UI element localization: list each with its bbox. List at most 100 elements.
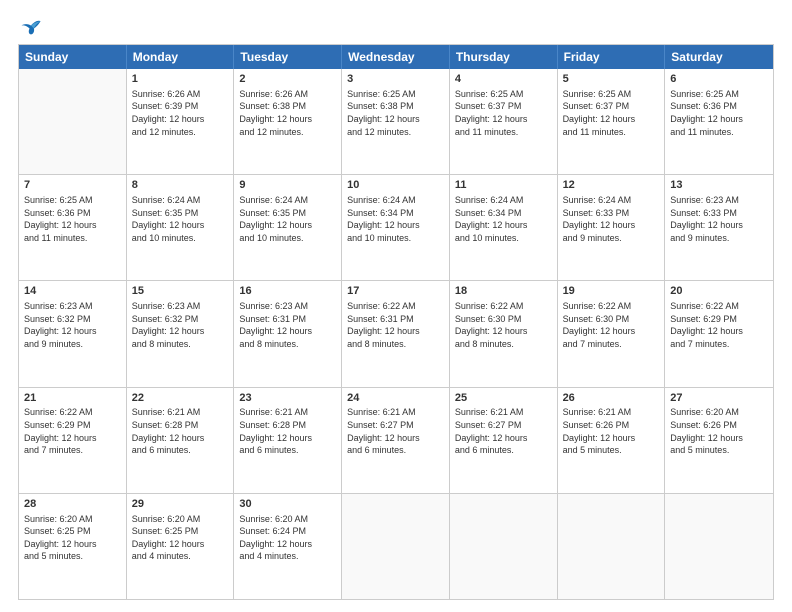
- calendar-row-0: 1Sunrise: 6:26 AM Sunset: 6:39 PM Daylig…: [19, 69, 773, 174]
- cell-info: Sunrise: 6:25 AM Sunset: 6:37 PM Dayligh…: [563, 88, 660, 138]
- day-number: 6: [670, 72, 768, 87]
- day-number: 3: [347, 72, 444, 87]
- calendar-row-2: 14Sunrise: 6:23 AM Sunset: 6:32 PM Dayli…: [19, 280, 773, 386]
- calendar-body: 1Sunrise: 6:26 AM Sunset: 6:39 PM Daylig…: [19, 69, 773, 599]
- day-number: 8: [132, 178, 229, 193]
- calendar-cell: 7Sunrise: 6:25 AM Sunset: 6:36 PM Daylig…: [19, 175, 127, 280]
- header-day-friday: Friday: [558, 45, 666, 69]
- calendar-cell: [450, 494, 558, 599]
- calendar-cell: 29Sunrise: 6:20 AM Sunset: 6:25 PM Dayli…: [127, 494, 235, 599]
- cell-info: Sunrise: 6:23 AM Sunset: 6:33 PM Dayligh…: [670, 194, 768, 244]
- day-number: 25: [455, 391, 552, 406]
- cell-info: Sunrise: 6:22 AM Sunset: 6:31 PM Dayligh…: [347, 300, 444, 350]
- calendar-cell: 2Sunrise: 6:26 AM Sunset: 6:38 PM Daylig…: [234, 69, 342, 174]
- calendar-row-1: 7Sunrise: 6:25 AM Sunset: 6:36 PM Daylig…: [19, 174, 773, 280]
- calendar-cell: 17Sunrise: 6:22 AM Sunset: 6:31 PM Dayli…: [342, 281, 450, 386]
- header-day-wednesday: Wednesday: [342, 45, 450, 69]
- day-number: 30: [239, 497, 336, 512]
- cell-info: Sunrise: 6:23 AM Sunset: 6:31 PM Dayligh…: [239, 300, 336, 350]
- calendar-cell: 28Sunrise: 6:20 AM Sunset: 6:25 PM Dayli…: [19, 494, 127, 599]
- day-number: 5: [563, 72, 660, 87]
- calendar-cell: 6Sunrise: 6:25 AM Sunset: 6:36 PM Daylig…: [665, 69, 773, 174]
- cell-info: Sunrise: 6:26 AM Sunset: 6:39 PM Dayligh…: [132, 88, 229, 138]
- cell-info: Sunrise: 6:23 AM Sunset: 6:32 PM Dayligh…: [24, 300, 121, 350]
- calendar-cell: [19, 69, 127, 174]
- day-number: 27: [670, 391, 768, 406]
- calendar-cell: [665, 494, 773, 599]
- calendar-cell: 18Sunrise: 6:22 AM Sunset: 6:30 PM Dayli…: [450, 281, 558, 386]
- cell-info: Sunrise: 6:21 AM Sunset: 6:28 PM Dayligh…: [132, 406, 229, 456]
- cell-info: Sunrise: 6:24 AM Sunset: 6:34 PM Dayligh…: [455, 194, 552, 244]
- day-number: 15: [132, 284, 229, 299]
- calendar-cell: 5Sunrise: 6:25 AM Sunset: 6:37 PM Daylig…: [558, 69, 666, 174]
- calendar-cell: 20Sunrise: 6:22 AM Sunset: 6:29 PM Dayli…: [665, 281, 773, 386]
- cell-info: Sunrise: 6:20 AM Sunset: 6:24 PM Dayligh…: [239, 513, 336, 563]
- day-number: 18: [455, 284, 552, 299]
- day-number: 24: [347, 391, 444, 406]
- calendar-header: SundayMondayTuesdayWednesdayThursdayFrid…: [19, 45, 773, 69]
- header-day-tuesday: Tuesday: [234, 45, 342, 69]
- calendar: SundayMondayTuesdayWednesdayThursdayFrid…: [18, 44, 774, 600]
- day-number: 17: [347, 284, 444, 299]
- cell-info: Sunrise: 6:21 AM Sunset: 6:26 PM Dayligh…: [563, 406, 660, 456]
- day-number: 11: [455, 178, 552, 193]
- logo: [18, 18, 42, 36]
- cell-info: Sunrise: 6:22 AM Sunset: 6:30 PM Dayligh…: [455, 300, 552, 350]
- calendar-cell: 27Sunrise: 6:20 AM Sunset: 6:26 PM Dayli…: [665, 388, 773, 493]
- calendar-cell: 14Sunrise: 6:23 AM Sunset: 6:32 PM Dayli…: [19, 281, 127, 386]
- calendar-cell: 8Sunrise: 6:24 AM Sunset: 6:35 PM Daylig…: [127, 175, 235, 280]
- cell-info: Sunrise: 6:25 AM Sunset: 6:36 PM Dayligh…: [24, 194, 121, 244]
- calendar-cell: 9Sunrise: 6:24 AM Sunset: 6:35 PM Daylig…: [234, 175, 342, 280]
- day-number: 12: [563, 178, 660, 193]
- calendar-cell: 21Sunrise: 6:22 AM Sunset: 6:29 PM Dayli…: [19, 388, 127, 493]
- cell-info: Sunrise: 6:25 AM Sunset: 6:38 PM Dayligh…: [347, 88, 444, 138]
- calendar-cell: 22Sunrise: 6:21 AM Sunset: 6:28 PM Dayli…: [127, 388, 235, 493]
- cell-info: Sunrise: 6:25 AM Sunset: 6:37 PM Dayligh…: [455, 88, 552, 138]
- day-number: 21: [24, 391, 121, 406]
- calendar-cell: 11Sunrise: 6:24 AM Sunset: 6:34 PM Dayli…: [450, 175, 558, 280]
- cell-info: Sunrise: 6:21 AM Sunset: 6:28 PM Dayligh…: [239, 406, 336, 456]
- day-number: 13: [670, 178, 768, 193]
- day-number: 19: [563, 284, 660, 299]
- cell-info: Sunrise: 6:21 AM Sunset: 6:27 PM Dayligh…: [347, 406, 444, 456]
- header-day-sunday: Sunday: [19, 45, 127, 69]
- calendar-cell: 3Sunrise: 6:25 AM Sunset: 6:38 PM Daylig…: [342, 69, 450, 174]
- calendar-cell: [558, 494, 666, 599]
- cell-info: Sunrise: 6:20 AM Sunset: 6:25 PM Dayligh…: [132, 513, 229, 563]
- cell-info: Sunrise: 6:24 AM Sunset: 6:35 PM Dayligh…: [132, 194, 229, 244]
- cell-info: Sunrise: 6:22 AM Sunset: 6:30 PM Dayligh…: [563, 300, 660, 350]
- day-number: 29: [132, 497, 229, 512]
- cell-info: Sunrise: 6:26 AM Sunset: 6:38 PM Dayligh…: [239, 88, 336, 138]
- calendar-cell: 1Sunrise: 6:26 AM Sunset: 6:39 PM Daylig…: [127, 69, 235, 174]
- cell-info: Sunrise: 6:24 AM Sunset: 6:33 PM Dayligh…: [563, 194, 660, 244]
- day-number: 9: [239, 178, 336, 193]
- calendar-cell: 10Sunrise: 6:24 AM Sunset: 6:34 PM Dayli…: [342, 175, 450, 280]
- cell-info: Sunrise: 6:23 AM Sunset: 6:32 PM Dayligh…: [132, 300, 229, 350]
- day-number: 16: [239, 284, 336, 299]
- cell-info: Sunrise: 6:20 AM Sunset: 6:26 PM Dayligh…: [670, 406, 768, 456]
- calendar-cell: 19Sunrise: 6:22 AM Sunset: 6:30 PM Dayli…: [558, 281, 666, 386]
- day-number: 14: [24, 284, 121, 299]
- day-number: 10: [347, 178, 444, 193]
- header-day-thursday: Thursday: [450, 45, 558, 69]
- cell-info: Sunrise: 6:22 AM Sunset: 6:29 PM Dayligh…: [670, 300, 768, 350]
- cell-info: Sunrise: 6:25 AM Sunset: 6:36 PM Dayligh…: [670, 88, 768, 138]
- day-number: 7: [24, 178, 121, 193]
- page: SundayMondayTuesdayWednesdayThursdayFrid…: [0, 0, 792, 612]
- header: [18, 18, 774, 36]
- calendar-row-3: 21Sunrise: 6:22 AM Sunset: 6:29 PM Dayli…: [19, 387, 773, 493]
- cell-info: Sunrise: 6:21 AM Sunset: 6:27 PM Dayligh…: [455, 406, 552, 456]
- day-number: 23: [239, 391, 336, 406]
- day-number: 20: [670, 284, 768, 299]
- day-number: 4: [455, 72, 552, 87]
- calendar-row-4: 28Sunrise: 6:20 AM Sunset: 6:25 PM Dayli…: [19, 493, 773, 599]
- cell-info: Sunrise: 6:20 AM Sunset: 6:25 PM Dayligh…: [24, 513, 121, 563]
- day-number: 26: [563, 391, 660, 406]
- calendar-cell: 12Sunrise: 6:24 AM Sunset: 6:33 PM Dayli…: [558, 175, 666, 280]
- header-day-saturday: Saturday: [665, 45, 773, 69]
- calendar-cell: 15Sunrise: 6:23 AM Sunset: 6:32 PM Dayli…: [127, 281, 235, 386]
- cell-info: Sunrise: 6:22 AM Sunset: 6:29 PM Dayligh…: [24, 406, 121, 456]
- logo-bird-icon: [20, 18, 42, 36]
- header-day-monday: Monday: [127, 45, 235, 69]
- cell-info: Sunrise: 6:24 AM Sunset: 6:34 PM Dayligh…: [347, 194, 444, 244]
